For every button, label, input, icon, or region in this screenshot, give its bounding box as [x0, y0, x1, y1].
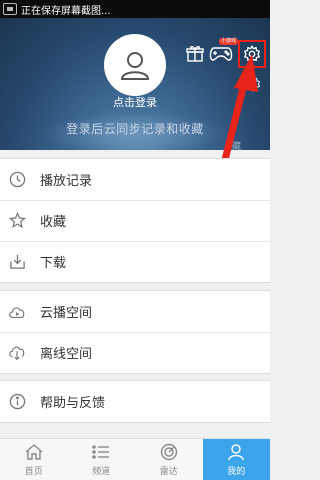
menu-item-help[interactable]: 帮助与反馈	[0, 381, 270, 422]
status-bar: 正在保存屏幕截图...	[0, 0, 270, 18]
game-badge: 小游戏	[219, 38, 239, 45]
menu-item-favorites[interactable]: 收藏	[0, 200, 270, 241]
cloud-download-icon	[8, 344, 26, 362]
home-icon	[24, 442, 44, 462]
gift-icon[interactable]	[185, 44, 205, 64]
person-icon	[227, 442, 245, 462]
tab-home[interactable]: 首页	[0, 439, 68, 480]
star-icon	[8, 212, 26, 230]
menu-item-history[interactable]: 播放记录	[0, 159, 270, 200]
login-button[interactable]: 点击登录	[0, 94, 270, 110]
screenshot-icon	[3, 3, 17, 15]
menu-group-cloud: 云播空间 离线空间	[0, 290, 270, 374]
cloud-play-icon	[8, 303, 26, 321]
bottom-tab-bar: 首页 频道 雷达 我的	[0, 438, 270, 480]
menu-group-help: 帮助与反馈	[0, 380, 270, 423]
menu-item-cloud-play[interactable]: 云播空间	[0, 291, 270, 332]
settings-ghost-icon	[243, 74, 263, 94]
gear-icon[interactable]	[240, 42, 264, 66]
sync-hint: 登录后云同步记录和收藏	[66, 122, 204, 136]
tab-mine[interactable]: 我的	[202, 439, 270, 480]
blurred-text: 藏	[232, 142, 242, 150]
avatar[interactable]	[104, 34, 166, 96]
menu-group-records: 播放记录 收藏 下载	[0, 158, 270, 283]
profile-header: 点击登录 登录后云同步记录和收藏 藏 小游戏	[0, 18, 270, 150]
menu-item-offline[interactable]: 离线空间	[0, 332, 270, 373]
radar-icon	[160, 442, 178, 462]
clock-icon	[8, 171, 26, 189]
tab-channels[interactable]: 频道	[68, 439, 136, 480]
info-icon	[8, 393, 26, 411]
download-icon	[8, 253, 26, 271]
tab-radar[interactable]: 雷达	[135, 439, 203, 480]
person-icon	[120, 52, 150, 80]
gamepad-icon[interactable]	[208, 44, 234, 64]
menu-item-downloads[interactable]: 下载	[0, 241, 270, 282]
status-text: 正在保存屏幕截图...	[21, 5, 111, 17]
list-icon	[92, 442, 110, 462]
